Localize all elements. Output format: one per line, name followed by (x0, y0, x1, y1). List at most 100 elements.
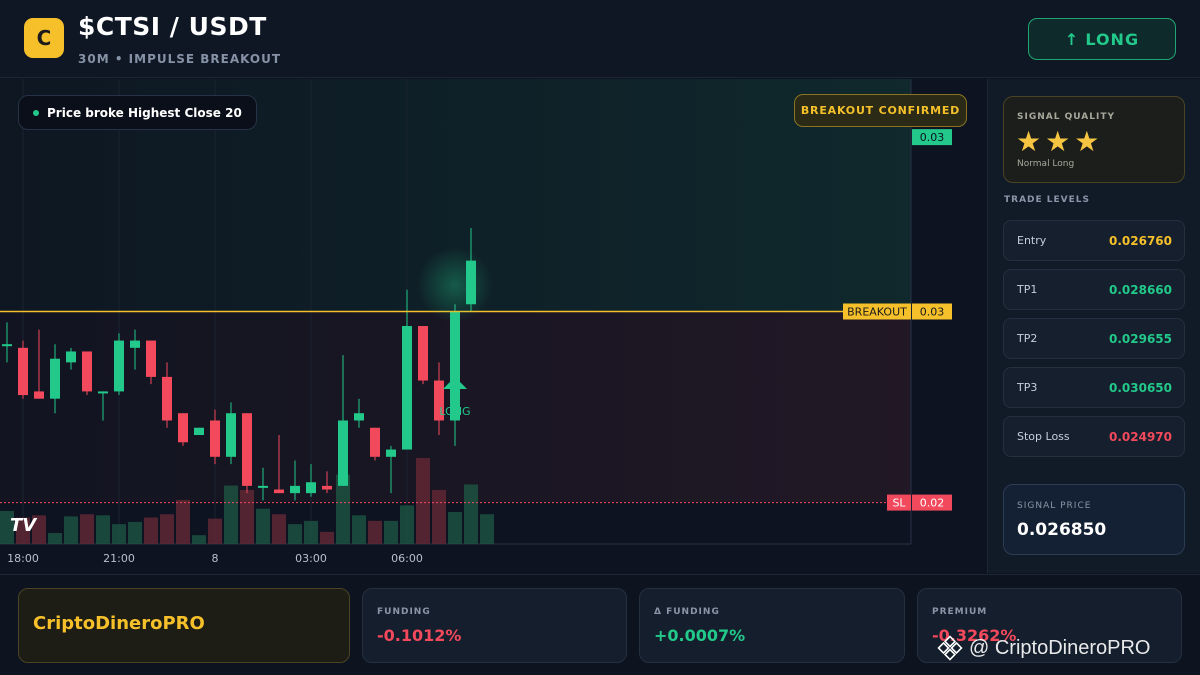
volume-bar (352, 515, 366, 544)
signal-glow (417, 247, 493, 323)
delta-funding-title: Δ FUNDING (654, 607, 720, 617)
level-value: 0.030650 (1108, 381, 1172, 395)
candle-body (2, 344, 12, 347)
volume-bar (240, 489, 254, 544)
star-rating-icon: ★★★ (1016, 125, 1104, 158)
signal-quality-card: SIGNAL QUALITY ★★★ Normal Long (1003, 96, 1185, 183)
candle-body (194, 427, 204, 436)
level-value: 0.029655 (1108, 332, 1172, 346)
level-label: Stop Loss (1017, 430, 1070, 443)
signal-panel: SIGNAL QUALITY ★★★ Normal Long TRADE LEV… (987, 79, 1200, 573)
brand-card: CriptoDineroPRO (18, 588, 350, 663)
candle-body (258, 485, 268, 488)
volume-bar (320, 531, 334, 544)
candle-body (66, 351, 76, 363)
signal-quality-title: SIGNAL QUALITY (1017, 112, 1115, 122)
level-label: TP3 (1017, 381, 1038, 394)
volume-bar (48, 532, 62, 544)
candle-body (338, 420, 348, 486)
pair-title: $CTSI / USDT (78, 12, 267, 41)
volume-bar (480, 514, 494, 544)
volume-bar (432, 489, 446, 544)
x-tick-label: 06:00 (391, 552, 423, 565)
funding-value: -0.1012% (377, 626, 462, 645)
candle-body (34, 391, 44, 399)
candle-body (226, 413, 236, 457)
candle-body (50, 358, 60, 399)
level-value: 0.026760 (1108, 234, 1172, 248)
candle-body (82, 351, 92, 392)
volume-bar (144, 517, 158, 544)
candle-body (290, 485, 300, 494)
condition-text: Price broke Highest Close 20 (47, 105, 242, 120)
level-row-tp2: TP2 0.029655 (1003, 318, 1185, 359)
level-row-entry: Entry 0.026760 (1003, 220, 1185, 261)
candle-body (354, 413, 364, 421)
breakout-tag-label: BREAKOUT (847, 306, 907, 319)
condition-pill: Price broke Highest Close 20 (18, 95, 257, 130)
breakout-confirmed-badge: BREAKOUT CONFIRMED (794, 94, 967, 127)
x-tick-label: 8 (212, 552, 219, 565)
volume-bar (128, 521, 142, 544)
level-value: 0.024970 (1108, 430, 1172, 444)
brand-name: CriptoDineroPRO (33, 613, 205, 634)
delta-funding-value: +0.0007% (654, 626, 746, 645)
candle-body (178, 413, 188, 443)
candle-body (306, 482, 316, 494)
volume-bar (224, 485, 238, 544)
volume-bar (64, 516, 78, 544)
candle-body (114, 340, 124, 392)
candle-body (418, 326, 428, 381)
volume-bar (80, 514, 94, 544)
watermark-text: @ CriptoDineroPRO (969, 636, 1151, 659)
status-dot-icon (33, 109, 39, 116)
tradingview-logo-icon: TV (10, 515, 37, 536)
current-price-tag-value: 0.03 (920, 131, 945, 144)
volume-bar (192, 535, 206, 544)
candle-body (274, 489, 284, 494)
funding-title: FUNDING (377, 607, 431, 617)
level-value: 0.028660 (1108, 283, 1172, 297)
candle-body (370, 427, 380, 457)
stop-loss-tag-value: 0.02 (920, 497, 945, 510)
x-tick-label: 18:00 (7, 552, 39, 565)
signal-price-card: SIGNAL PRICE 0.026850 (1003, 484, 1185, 555)
candle-body (386, 449, 396, 457)
volume-bar (448, 512, 462, 544)
volume-bar (304, 520, 318, 544)
x-tick-label: 21:00 (103, 552, 135, 565)
volume-bar (416, 458, 430, 544)
trade-levels-title: TRADE LEVELS (1004, 195, 1090, 205)
signal-price-title: SIGNAL PRICE (1017, 501, 1092, 511)
volume-bar (272, 514, 286, 544)
candle-body (18, 347, 28, 396)
funding-card: FUNDING -0.1012% (362, 588, 627, 663)
level-row-tp3: TP3 0.030650 (1003, 367, 1185, 408)
level-row-stop-loss: Stop Loss 0.024970 (1003, 416, 1185, 457)
breakout-tag-value: 0.03 (920, 306, 945, 319)
candle-body (98, 391, 108, 394)
arrow-up-icon: ↑ (1064, 29, 1080, 49)
volume-bar (208, 518, 222, 544)
binance-diamond-icon (937, 635, 963, 661)
volume-bar (464, 484, 478, 544)
header: C $CTSI / USDT 30M • IMPULSE BREAKOUT ↑ … (0, 0, 1200, 78)
timeframe-subtitle: 30M • IMPULSE BREAKOUT (78, 52, 282, 66)
long-button-label: LONG (1085, 29, 1140, 49)
long-button[interactable]: ↑ LONG (1028, 18, 1176, 60)
price-chart[interactable]: 0.03 BREAKOUT 0.03 SL 0.02 18:00 21:00 8 03:00 0… (0, 79, 986, 573)
volume-bar (176, 499, 190, 544)
level-row-tp1: TP1 0.028660 (1003, 269, 1185, 310)
candle-body (210, 420, 220, 457)
signal-quality-subtitle: Normal Long (1017, 159, 1075, 169)
volume-bar (256, 508, 270, 544)
stop-loss-tag-label: SL (892, 497, 906, 510)
volume-bar (96, 515, 110, 544)
chart-canvas[interactable]: 0.03 BREAKOUT 0.03 SL 0.02 18:00 21:00 8 03:00 0… (0, 79, 986, 573)
signal-price-value: 0.026850 (1017, 520, 1107, 540)
level-label: TP1 (1017, 283, 1038, 296)
volume-bar (384, 520, 398, 544)
watermark: @ CriptoDineroPRO (937, 635, 1150, 661)
candle-body (130, 340, 140, 348)
candle-body (242, 413, 252, 486)
